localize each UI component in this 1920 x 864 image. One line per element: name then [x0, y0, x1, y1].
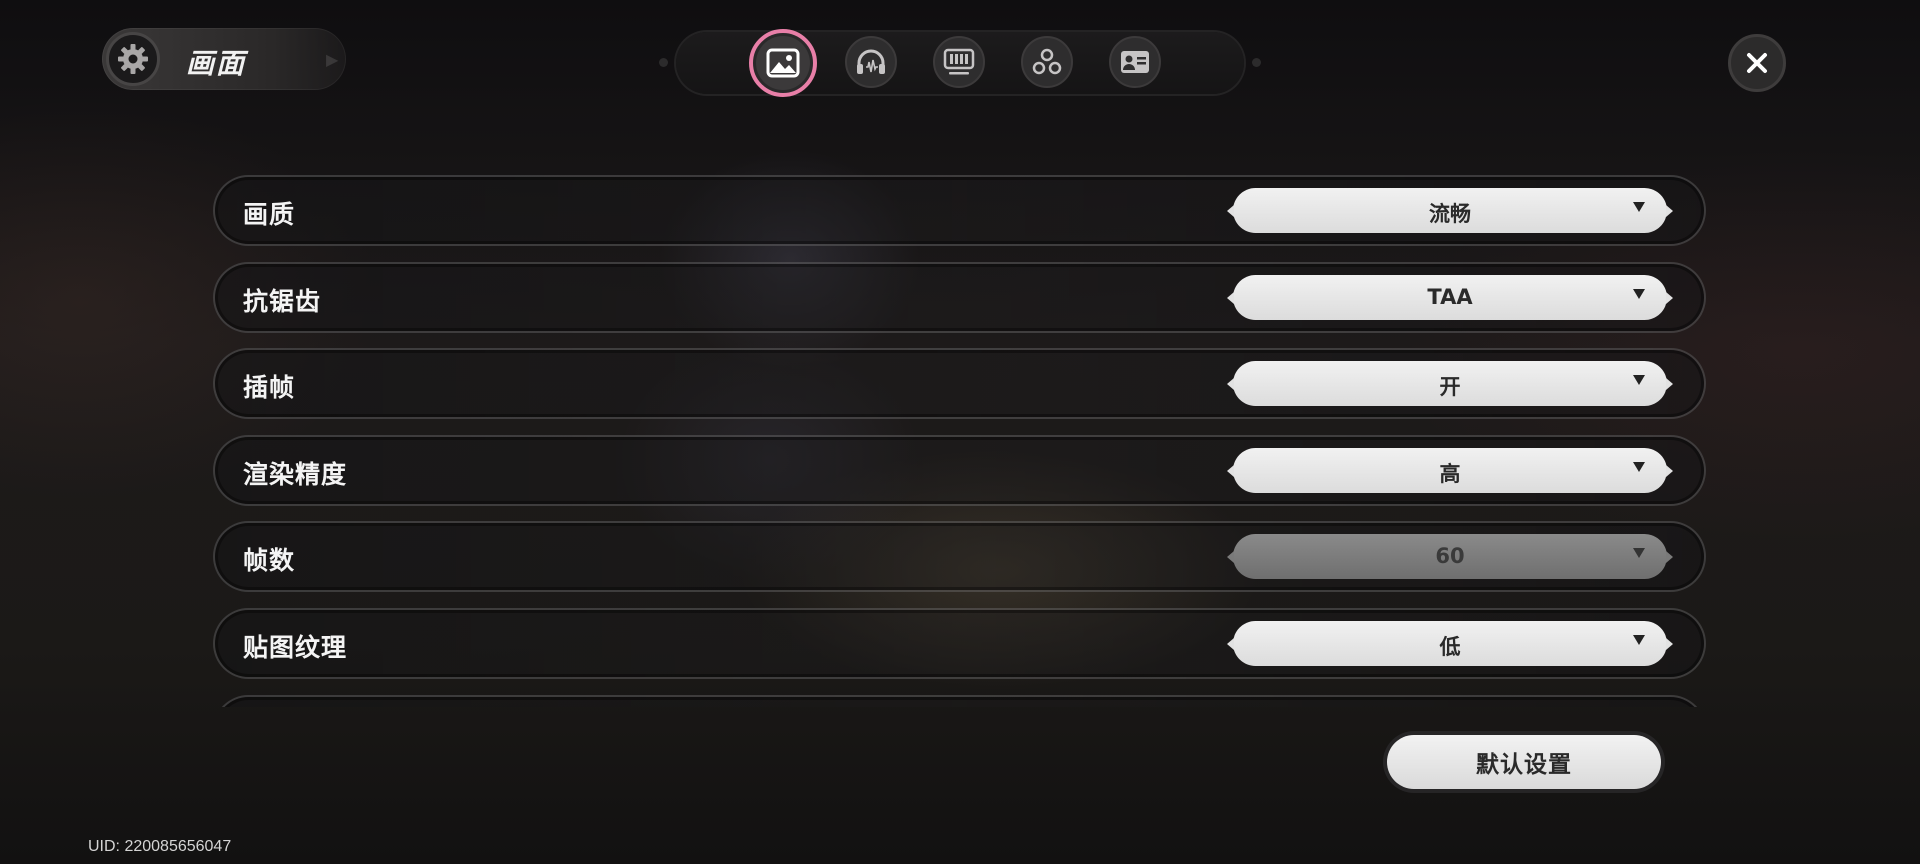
- tab-social[interactable]: [1021, 36, 1073, 88]
- antialiasing-select[interactable]: TAA: [1227, 275, 1673, 320]
- setting-label: 插帧: [243, 373, 296, 402]
- tab-controls[interactable]: [933, 36, 985, 88]
- setting-row-frame-interpolation: 插帧 开: [213, 348, 1706, 419]
- setting-row-texture: 贴图纹理 低: [213, 608, 1706, 679]
- settings-list[interactable]: 画质 流畅 抗锯齿 TAA 插帧 开 渲染精度 高 帧数 60 贴图纹理 低: [213, 175, 1706, 707]
- dropdown-caret-icon: [1633, 202, 1645, 212]
- page-header: 画面 ▶: [102, 28, 346, 90]
- render-precision-select[interactable]: 高: [1227, 448, 1673, 493]
- headphones-icon: [857, 49, 885, 74]
- tab-audio[interactable]: [845, 36, 897, 88]
- circles-icon: [1032, 48, 1062, 75]
- select-value: TAA: [1427, 285, 1473, 309]
- select-value: 开: [1439, 375, 1461, 399]
- select-value: 60: [1435, 544, 1465, 568]
- setting-row-render-precision: 渲染精度 高: [213, 435, 1706, 506]
- select-value: 低: [1439, 635, 1461, 659]
- id-card-icon: [1121, 51, 1149, 73]
- setting-label: 渲染精度: [243, 460, 348, 489]
- setting-row-antialiasing: 抗锯齿 TAA: [213, 262, 1706, 333]
- frame-rate-select: 60: [1227, 534, 1673, 579]
- close-icon: [1747, 53, 1767, 73]
- tab-graphics[interactable]: [749, 29, 817, 97]
- tab-bar-right-dot: [1252, 58, 1261, 67]
- setting-label: 贴图纹理: [243, 633, 348, 662]
- texture-select[interactable]: 低: [1227, 621, 1673, 666]
- setting-row-partial: [213, 695, 1706, 707]
- setting-row-quality: 画质 流畅: [213, 175, 1706, 246]
- dropdown-caret-icon: [1633, 635, 1645, 645]
- setting-label: 帧数: [243, 546, 296, 575]
- setting-row-frame-rate: 帧数 60: [213, 521, 1706, 592]
- dropdown-caret-icon: [1633, 462, 1645, 472]
- default-settings-label: 默认设置: [1387, 735, 1661, 789]
- setting-label: 抗锯齿: [243, 287, 322, 316]
- page-title: 画面: [186, 47, 247, 80]
- default-settings-button[interactable]: 默认设置: [1383, 731, 1665, 793]
- dropdown-caret-icon: [1633, 289, 1645, 299]
- picture-icon: [766, 48, 800, 78]
- dropdown-caret-icon: [1633, 548, 1645, 558]
- tab-bar-left-dot: [659, 58, 668, 67]
- quality-select[interactable]: 流畅: [1227, 188, 1673, 233]
- setting-label: 画质: [243, 200, 296, 229]
- keyboard-icon: [943, 48, 975, 75]
- frame-interpolation-select[interactable]: 开: [1227, 361, 1673, 406]
- close-button[interactable]: [1728, 34, 1786, 92]
- select-value: 高: [1439, 462, 1461, 486]
- dropdown-caret-icon: [1633, 375, 1645, 385]
- gear-icon: [106, 32, 160, 86]
- select-value: 流畅: [1429, 202, 1471, 226]
- tab-account[interactable]: [1109, 36, 1161, 88]
- uid-text: UID: 220085656047: [88, 838, 232, 855]
- chevron-right-icon: ▶: [326, 50, 339, 69]
